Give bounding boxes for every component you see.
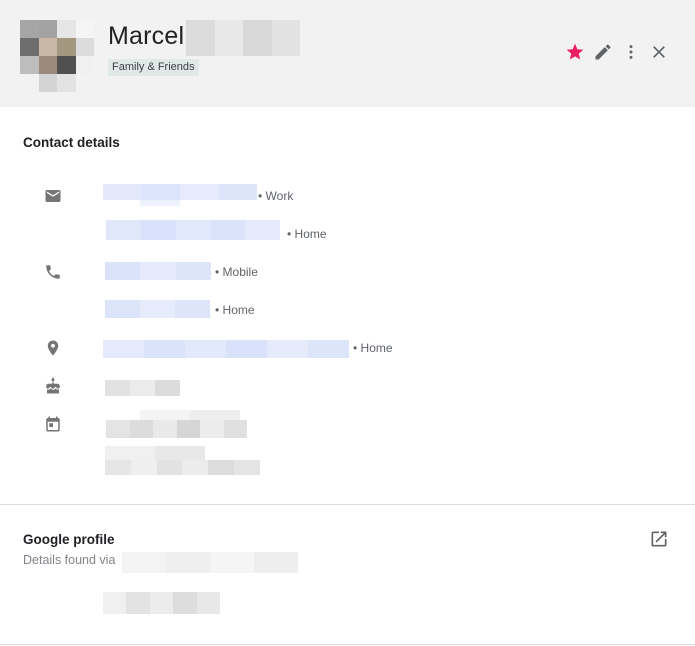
- more-options-button[interactable]: [619, 40, 643, 64]
- cake-icon: [43, 376, 63, 396]
- phone-value[interactable]: [105, 262, 211, 280]
- phone-type-label: • Mobile: [215, 265, 258, 279]
- redacted-surname: [186, 20, 300, 56]
- email-value[interactable]: [106, 220, 280, 240]
- close-button[interactable]: [647, 40, 671, 64]
- email-icon: [43, 186, 63, 206]
- birthday-value: [105, 380, 180, 396]
- section-divider: [0, 504, 695, 505]
- open-in-new-icon: [649, 529, 669, 549]
- open-profile-button[interactable]: [647, 527, 671, 551]
- contact-details-title: Contact details: [23, 135, 120, 150]
- profile-detail-value: [103, 592, 221, 614]
- location-pin-icon: [43, 338, 63, 358]
- google-profile-title: Google profile: [23, 532, 115, 547]
- more-vertical-icon: [621, 42, 641, 62]
- phone-icon: [43, 262, 63, 282]
- pencil-icon: [593, 42, 613, 62]
- calendar-icon: [43, 414, 63, 434]
- contact-header: Marcel Family & Friends: [0, 0, 695, 107]
- email-type-label: • Work: [258, 189, 294, 203]
- event-redaction: [140, 410, 240, 420]
- phone-value[interactable]: [105, 300, 210, 318]
- section-divider: [0, 644, 695, 645]
- event-redaction: [105, 446, 205, 460]
- event-value: [105, 460, 260, 475]
- email-value[interactable]: [103, 184, 257, 200]
- phone-type-label: • Home: [215, 303, 255, 317]
- email-redaction-tail: [140, 200, 180, 206]
- profile-source-value: [122, 552, 298, 573]
- address-value[interactable]: [103, 340, 349, 358]
- avatar: [20, 20, 94, 92]
- label-chip[interactable]: Family & Friends: [108, 59, 199, 76]
- google-profile-subtitle: Details found via: [23, 553, 116, 567]
- email-type-label: • Home: [287, 227, 327, 241]
- edit-button[interactable]: [591, 40, 615, 64]
- event-value: [106, 420, 247, 438]
- star-button[interactable]: [563, 40, 587, 64]
- star-icon: [565, 42, 585, 62]
- close-icon: [649, 42, 669, 62]
- contact-name: Marcel: [108, 22, 185, 50]
- address-type-label: • Home: [353, 341, 393, 355]
